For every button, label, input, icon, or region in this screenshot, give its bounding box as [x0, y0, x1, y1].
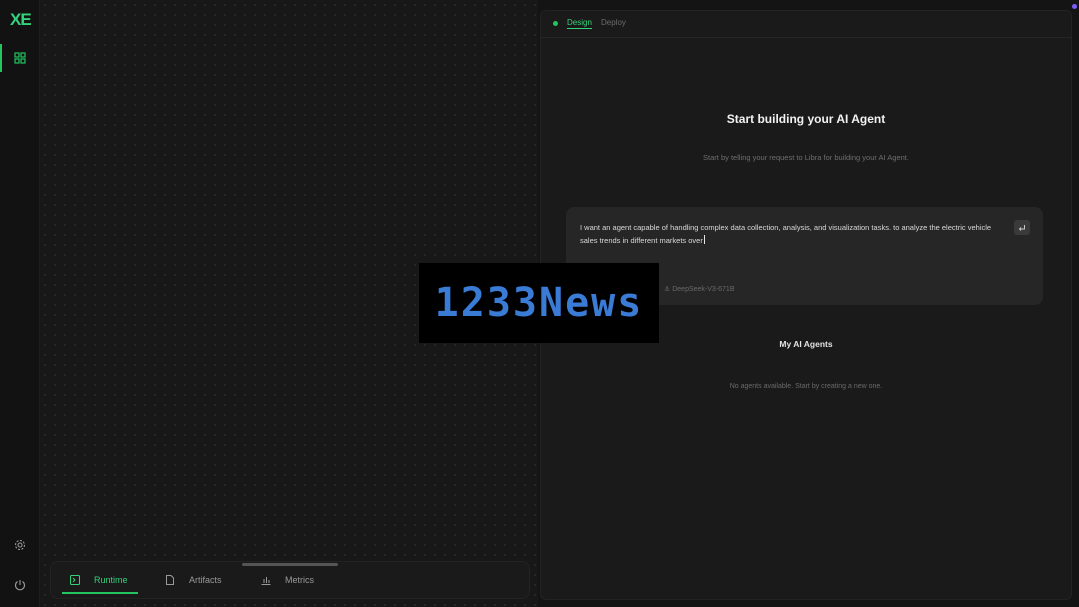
notification-dot [1072, 4, 1077, 9]
model-label: DeepSeek-V3-671B [672, 286, 735, 293]
bar-chart-icon [261, 577, 271, 585]
grid-icon [14, 52, 26, 64]
tab-metrics[interactable]: Metrics [261, 568, 314, 592]
terminal-icon [70, 575, 80, 585]
tab-deploy[interactable]: Deploy [601, 18, 626, 27]
file-icon [166, 575, 174, 585]
gear-icon [14, 539, 26, 551]
text-caret [703, 234, 705, 244]
resize-handle[interactable] [242, 563, 338, 566]
tab-runtime-label: Runtime [94, 575, 128, 585]
logo: XE [10, 10, 32, 29]
rail-item-logout[interactable] [0, 571, 40, 599]
page-subtitle: Start by telling your request to Libra f… [703, 153, 909, 162]
tab-artifacts[interactable]: Artifacts [165, 568, 222, 592]
agents-empty-state: No agents available. Start by creating a… [729, 383, 883, 390]
power-icon [15, 580, 25, 591]
prompt-input[interactable]: I want an agent capable of handling comp… [580, 222, 1000, 247]
model-selector[interactable]: ⚓ DeepSeek-V3-671B [664, 285, 735, 293]
send-button[interactable] [1014, 220, 1030, 235]
prompt-value: I want an agent capable of handling comp… [580, 223, 992, 245]
tab-runtime[interactable]: Runtime [62, 568, 137, 594]
watermark-text: 1233News [434, 280, 644, 326]
model-icon: ⚓ [664, 286, 673, 293]
tab-artifacts-label: Artifacts [189, 575, 222, 585]
page-title: Start building your AI Agent [726, 112, 886, 126]
tab-metrics-label: Metrics [285, 575, 314, 585]
status-dot [553, 21, 558, 26]
panel-header: Design Deploy [541, 11, 1071, 38]
watermark-logo: 1233News [419, 263, 659, 343]
app: XE Runtime Artifacts Metrics Design Depl… [0, 0, 1079, 607]
rail-item-settings[interactable] [0, 531, 40, 559]
tab-design[interactable]: Design [567, 18, 592, 29]
left-rail: XE [0, 0, 40, 607]
rail-item-dashboard[interactable] [0, 44, 40, 72]
enter-icon [1018, 224, 1025, 231]
